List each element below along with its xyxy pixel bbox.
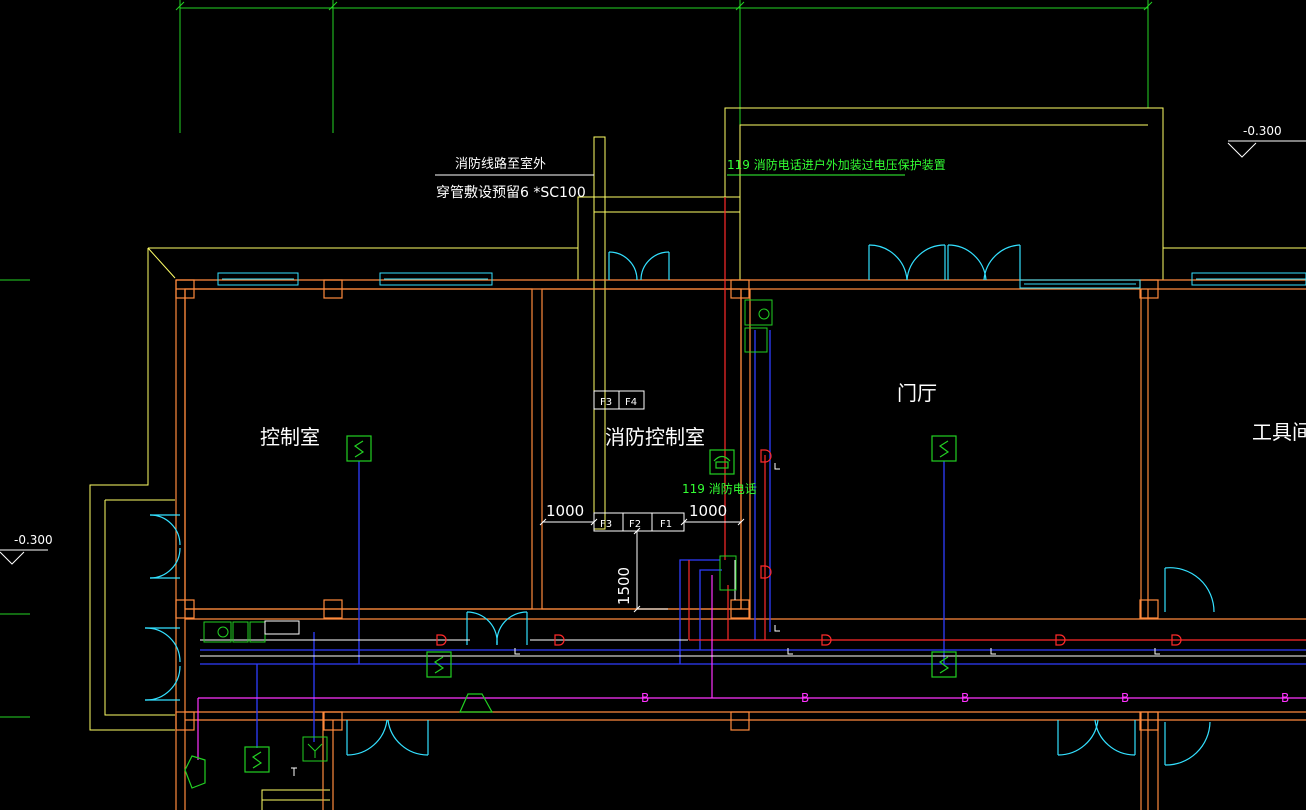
svg-text:B: B xyxy=(1281,691,1289,705)
cad-drawing-canvas[interactable]: -0.300 -0.300 B B B B B F3 F4 F3 F2 F1 1… xyxy=(0,0,1306,810)
routing-note-line-2: 穿管敷设预留6 *SC100 xyxy=(436,185,586,201)
svg-text:B: B xyxy=(961,691,969,705)
structural-columns xyxy=(175,279,1159,731)
room-label-tool-room: 工具间 xyxy=(1252,420,1306,444)
svg-text:B: B xyxy=(1121,691,1129,705)
elevation-marker-left: -0.300 xyxy=(0,533,53,565)
svg-text:B: B xyxy=(801,691,809,705)
smoke-detector-icon xyxy=(436,449,1182,646)
red-wiring xyxy=(688,197,1306,641)
routing-note-line-1: 消防线路至室外 xyxy=(455,156,546,172)
elevation-label: -0.300 xyxy=(1243,124,1282,138)
svg-text:B: B xyxy=(641,691,649,705)
doors xyxy=(144,244,1215,766)
dimension-label: 1000 xyxy=(689,502,727,520)
panel-cell: F3 xyxy=(600,397,612,408)
fire-panel-top: F3 F4 xyxy=(593,390,645,410)
dimension-label: 1000 xyxy=(546,502,584,520)
panel-cell: F1 xyxy=(660,519,672,530)
panel-cell: F3 xyxy=(600,519,612,530)
room-label-control: 控制室 xyxy=(260,425,320,449)
blue-wiring xyxy=(200,330,1306,748)
room-label-lobby: 门厅 xyxy=(897,381,937,405)
fire-telephone-icon xyxy=(709,449,735,475)
module-icon xyxy=(244,435,957,773)
elevation-label: -0.300 xyxy=(14,533,53,547)
phone-protection-note: 119 消防电话进户外加装过电压保护装置 xyxy=(727,157,946,172)
panel-cell: F4 xyxy=(625,397,637,408)
manual-alarm-icon xyxy=(203,299,773,762)
junction-box xyxy=(264,620,300,635)
room-label-fire-control: 消防控制室 xyxy=(605,425,705,449)
fire-phone-label: 119 消防电话 xyxy=(682,481,757,496)
dimension-label: 1500 xyxy=(615,567,633,605)
elevation-marker-right: -0.300 xyxy=(1227,124,1306,158)
sounder-icon xyxy=(184,693,494,789)
dimension-lines xyxy=(539,518,745,613)
